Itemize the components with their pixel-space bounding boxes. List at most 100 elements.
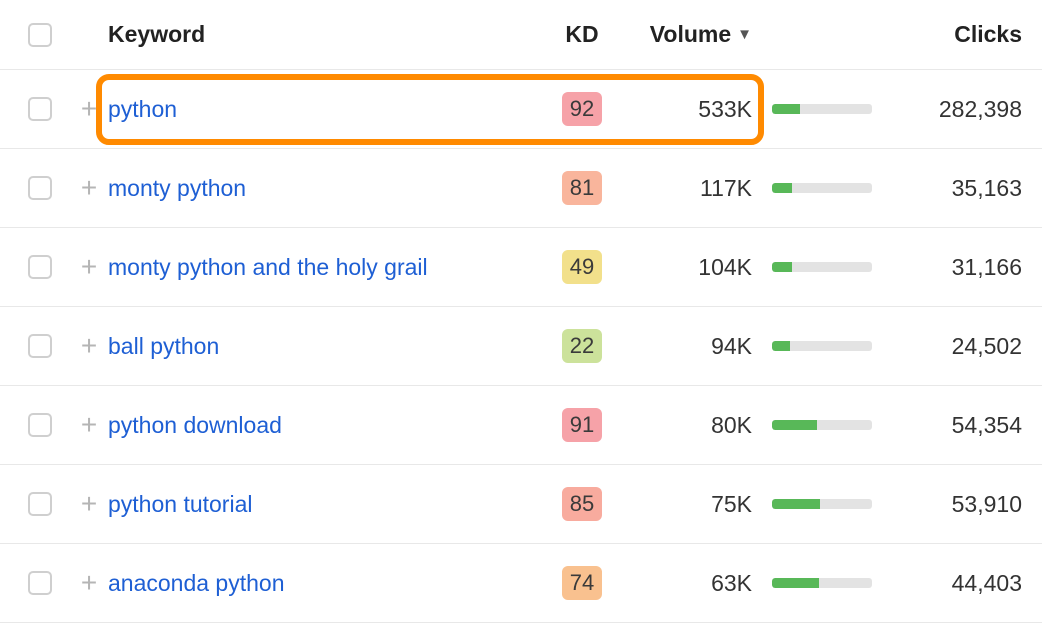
clicks-bar [772, 420, 872, 430]
row-clicks-cell: 54,354 [882, 412, 1022, 439]
plus-icon[interactable]: + [81, 174, 97, 202]
clicks-value: 35,163 [952, 175, 1022, 202]
clicks-bar-fill [772, 262, 792, 272]
clicks-value: 54,354 [952, 412, 1022, 439]
volume-value: 94K [711, 333, 752, 360]
plus-icon[interactable]: + [81, 253, 97, 281]
table-header-row: Keyword KD Volume ▼ Clicks [0, 0, 1042, 70]
table-row: + monty python and the holy grail 49 104… [0, 228, 1042, 307]
volume-value: 63K [711, 570, 752, 597]
plus-icon[interactable]: + [81, 490, 97, 518]
row-keyword-cell: python download [108, 412, 542, 439]
row-checkbox[interactable] [28, 571, 52, 595]
plus-icon[interactable]: + [81, 411, 97, 439]
clicks-bar [772, 183, 872, 193]
clicks-value: 24,502 [952, 333, 1022, 360]
row-volume-cell: 533K [622, 96, 752, 123]
header-keyword-label: Keyword [108, 21, 205, 47]
header-keyword[interactable]: Keyword [108, 21, 542, 48]
header-volume-label: Volume [650, 21, 731, 48]
table-row: + monty python 81 117K 35,163 [0, 149, 1042, 228]
row-checkbox[interactable] [28, 334, 52, 358]
kd-badge: 92 [562, 92, 602, 126]
row-clicks-cell: 53,910 [882, 491, 1022, 518]
row-volume-cell: 104K [622, 254, 752, 281]
row-expand-cell: + [70, 95, 108, 123]
row-checkbox-cell [28, 334, 70, 358]
row-checkbox[interactable] [28, 255, 52, 279]
clicks-value: 53,910 [952, 491, 1022, 518]
row-keyword-cell: python [108, 96, 542, 123]
row-checkbox-cell [28, 413, 70, 437]
keyword-table: Keyword KD Volume ▼ Clicks + python 92 5… [0, 0, 1042, 623]
row-bar-cell [752, 262, 882, 272]
row-expand-cell: + [70, 332, 108, 360]
row-kd-cell: 49 [542, 250, 622, 284]
row-bar-cell [752, 420, 882, 430]
kd-badge: 91 [562, 408, 602, 442]
clicks-bar-fill [772, 420, 817, 430]
row-clicks-cell: 35,163 [882, 175, 1022, 202]
keyword-link[interactable]: anaconda python [108, 570, 285, 596]
keyword-link[interactable]: python download [108, 412, 282, 438]
clicks-value: 282,398 [939, 96, 1022, 123]
clicks-bar [772, 578, 872, 588]
clicks-value: 44,403 [952, 570, 1022, 597]
header-kd[interactable]: KD [542, 21, 622, 48]
table-row: + anaconda python 74 63K 44,403 [0, 544, 1042, 623]
row-kd-cell: 85 [542, 487, 622, 521]
row-checkbox[interactable] [28, 492, 52, 516]
kd-badge: 22 [562, 329, 602, 363]
volume-value: 117K [700, 175, 752, 202]
kd-badge: 49 [562, 250, 602, 284]
row-volume-cell: 63K [622, 570, 752, 597]
keyword-link[interactable]: monty python [108, 175, 246, 201]
volume-value: 80K [711, 412, 752, 439]
row-kd-cell: 81 [542, 171, 622, 205]
row-keyword-cell: anaconda python [108, 570, 542, 597]
plus-icon[interactable]: + [81, 95, 97, 123]
table-row: + ball python 22 94K 24,502 [0, 307, 1042, 386]
row-bar-cell [752, 183, 882, 193]
row-checkbox[interactable] [28, 97, 52, 121]
clicks-bar [772, 499, 872, 509]
row-keyword-cell: monty python [108, 175, 542, 202]
clicks-value: 31,166 [952, 254, 1022, 281]
row-clicks-cell: 31,166 [882, 254, 1022, 281]
header-kd-label: KD [565, 21, 598, 48]
header-clicks[interactable]: Clicks [882, 21, 1022, 48]
plus-icon[interactable]: + [81, 569, 97, 597]
row-keyword-cell: monty python and the holy grail [108, 254, 542, 281]
row-bar-cell [752, 499, 882, 509]
row-volume-cell: 94K [622, 333, 752, 360]
select-all-checkbox[interactable] [28, 23, 52, 47]
keyword-link[interactable]: ball python [108, 333, 219, 359]
clicks-bar [772, 262, 872, 272]
row-expand-cell: + [70, 253, 108, 281]
keyword-link[interactable]: python [108, 96, 177, 122]
clicks-bar-fill [772, 578, 819, 588]
row-volume-cell: 117K [622, 175, 752, 202]
keyword-link[interactable]: python tutorial [108, 491, 252, 517]
row-checkbox-cell [28, 492, 70, 516]
row-kd-cell: 91 [542, 408, 622, 442]
keyword-link[interactable]: monty python and the holy grail [108, 254, 428, 280]
row-expand-cell: + [70, 490, 108, 518]
row-keyword-cell: python tutorial [108, 491, 542, 518]
row-clicks-cell: 44,403 [882, 570, 1022, 597]
row-checkbox-cell [28, 176, 70, 200]
clicks-bar [772, 104, 872, 114]
row-bar-cell [752, 341, 882, 351]
clicks-bar [772, 341, 872, 351]
row-volume-cell: 75K [622, 491, 752, 518]
plus-icon[interactable]: + [81, 332, 97, 360]
row-expand-cell: + [70, 569, 108, 597]
table-row: + python download 91 80K 54,354 [0, 386, 1042, 465]
row-expand-cell: + [70, 411, 108, 439]
kd-badge: 81 [562, 171, 602, 205]
clicks-bar-fill [772, 183, 792, 193]
row-checkbox[interactable] [28, 413, 52, 437]
row-kd-cell: 92 [542, 92, 622, 126]
row-checkbox[interactable] [28, 176, 52, 200]
header-volume[interactable]: Volume ▼ [622, 21, 752, 48]
